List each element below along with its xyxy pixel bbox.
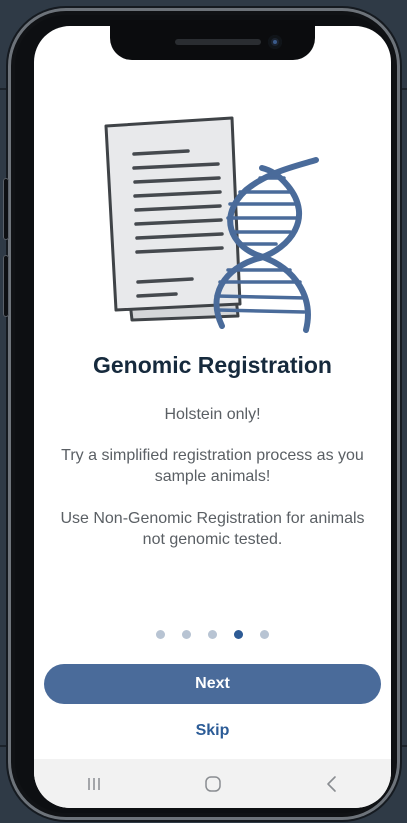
page-indicator <box>34 630 391 639</box>
page-title: Genomic Registration <box>93 352 332 378</box>
back-icon[interactable] <box>312 769 352 799</box>
phone-notch <box>110 20 315 60</box>
page-dot <box>182 630 191 639</box>
home-icon[interactable] <box>193 769 233 799</box>
page-dot <box>156 630 165 639</box>
skip-link[interactable]: Skip <box>34 722 391 740</box>
next-button[interactable]: Next <box>44 664 381 704</box>
subtitle-text: Holstein only! <box>164 406 261 423</box>
phone-volume-up-button <box>3 178 9 240</box>
system-nav-bar <box>34 759 391 808</box>
description-text: Try a simplified registration process as… <box>61 447 364 485</box>
page-dot <box>260 630 269 639</box>
app-screen: Genomic Registration Holstein only! Try … <box>34 26 391 808</box>
document-dna-icon <box>100 98 330 338</box>
front-camera <box>268 35 282 49</box>
note-text: Use Non-Genomic Registration for animals… <box>60 510 365 548</box>
phone-volume-down-button <box>3 255 9 317</box>
page-dot-active <box>234 630 243 639</box>
speaker-grille <box>175 39 261 45</box>
page-dot <box>208 630 217 639</box>
recent-apps-icon[interactable] <box>74 769 114 799</box>
